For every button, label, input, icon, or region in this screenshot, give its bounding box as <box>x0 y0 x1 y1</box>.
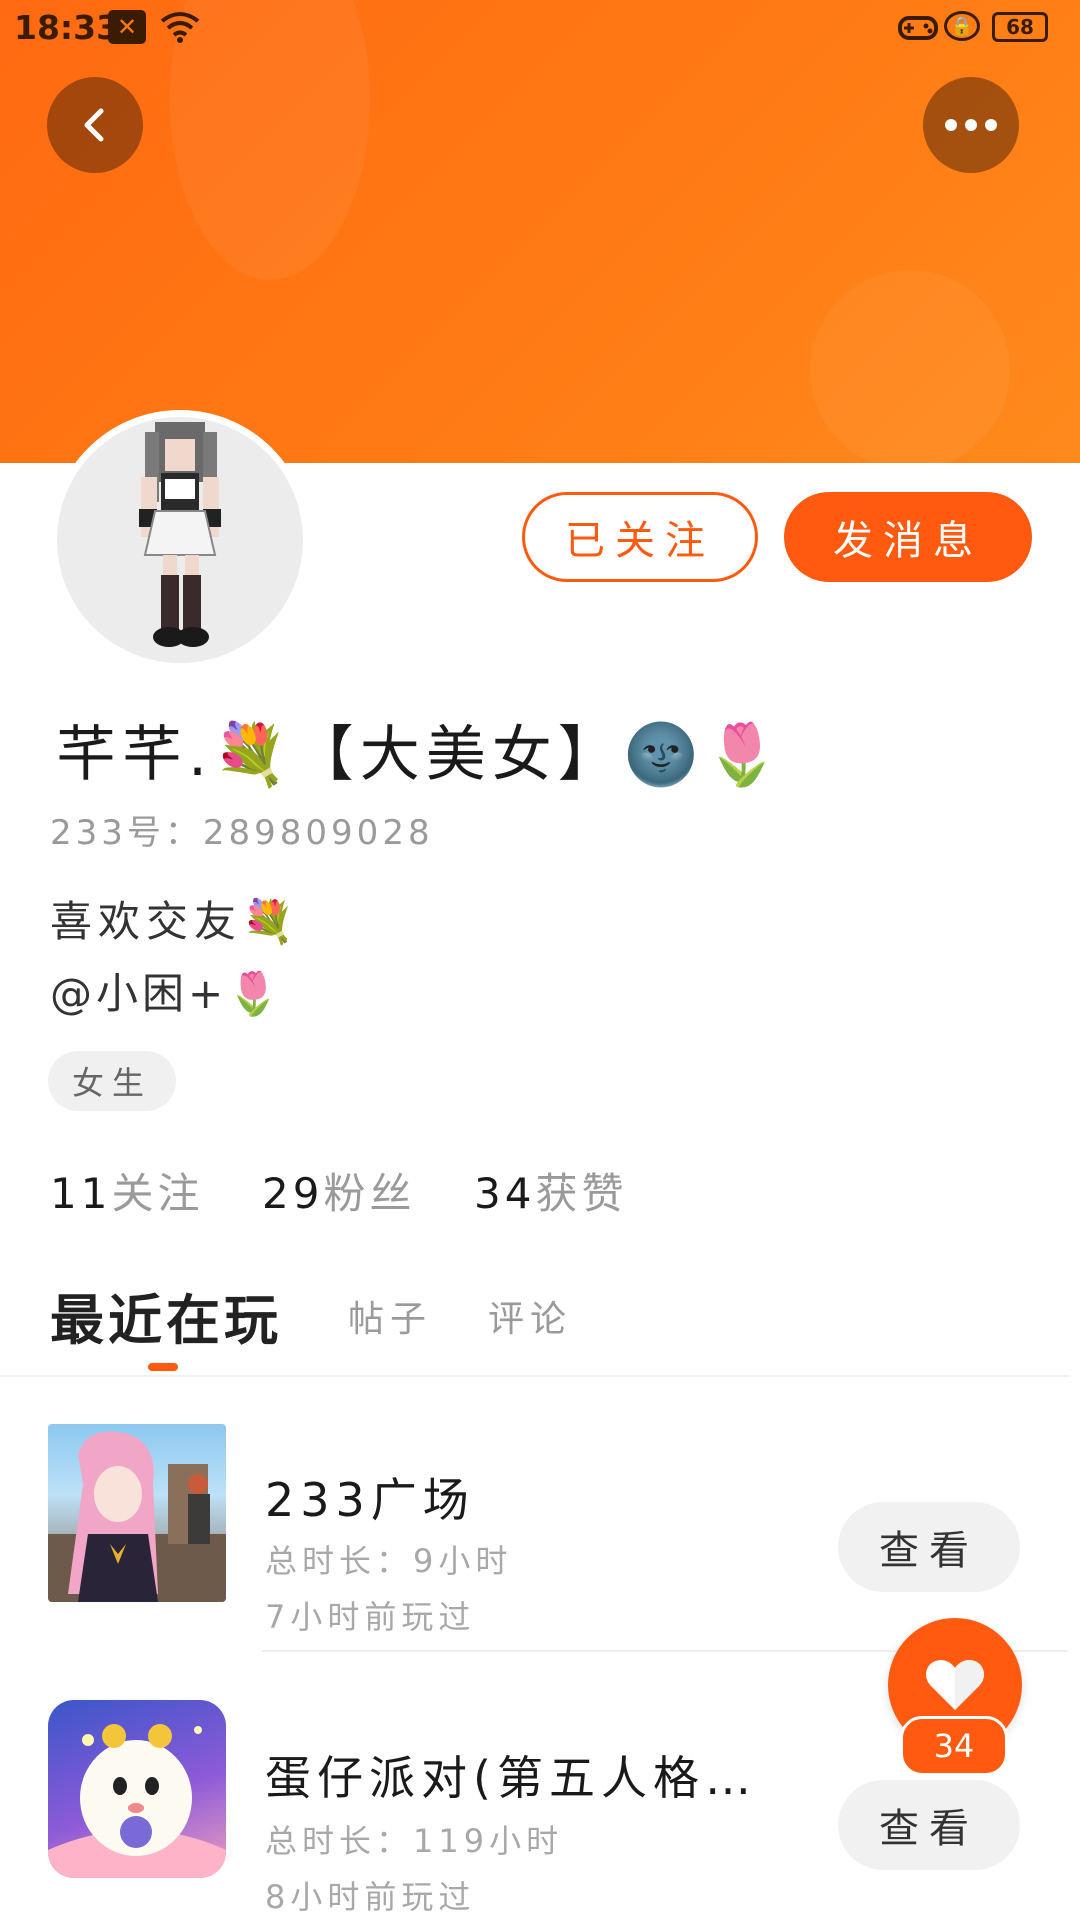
stat-fans-label: 粉丝 <box>323 1169 416 1218</box>
stat-fans[interactable]: 29粉丝 <box>262 1160 415 1221</box>
bio-line: 喜欢交友💐 <box>50 897 301 946</box>
stat-likes: 34获赞 <box>474 1160 627 1221</box>
game-artwork <box>48 1724 226 1878</box>
like-count-badge: 34 <box>900 1716 1008 1776</box>
stat-fans-count: 29 <box>262 1169 324 1218</box>
heart-icon <box>926 1660 984 1710</box>
followed-button[interactable]: 已关注 <box>522 492 758 582</box>
profile-header: 18:33 ✕ 🔒 68 <box>0 0 1080 463</box>
game-last-played: 7小时前玩过 <box>265 1598 476 1636</box>
tab-comments[interactable]: 评论 <box>488 1290 572 1342</box>
game-controller-icon <box>896 10 940 44</box>
more-button[interactable] <box>923 77 1019 173</box>
tab-recently-playing[interactable]: 最近在玩 <box>50 1276 282 1355</box>
view-button[interactable]: 查看 <box>838 1502 1020 1592</box>
profile-nickname: 芊芊.💐【大美女】🌚🌷 <box>56 720 786 790</box>
bio-line: @小困+🌷 <box>50 969 284 1018</box>
header-decoration <box>810 270 1010 463</box>
status-time: 18:33 <box>14 8 120 47</box>
back-button[interactable] <box>47 77 143 173</box>
stat-following-count: 11 <box>50 1169 112 1218</box>
divider <box>0 1375 1068 1377</box>
battery-icon: 68 <box>992 12 1048 42</box>
stat-likes-count: 34 <box>474 1169 536 1218</box>
game-artwork <box>48 1431 226 1602</box>
avatar[interactable] <box>50 410 310 670</box>
rotation-lock-icon: 🔒 <box>944 11 980 41</box>
avatar-character-image <box>139 422 221 647</box>
gender-tag: 女生 <box>48 1051 176 1111</box>
wifi-icon <box>158 10 202 44</box>
game-title[interactable]: 蛋仔派对(第五人格… <box>265 1742 757 1808</box>
send-message-button[interactable]: 发消息 <box>784 492 1032 582</box>
tab-posts[interactable]: 帖子 <box>348 1290 432 1342</box>
stat-following-label: 关注 <box>111 1169 204 1218</box>
game-icon-233-plaza[interactable] <box>48 1424 226 1602</box>
view-button[interactable]: 查看 <box>838 1780 1020 1870</box>
stat-likes-label: 获赞 <box>535 1169 628 1218</box>
active-tab-indicator <box>148 1363 178 1371</box>
game-total-duration: 总时长：9小时 <box>265 1542 513 1580</box>
notification-x-icon: ✕ <box>108 10 146 44</box>
game-title[interactable]: 233广场 <box>265 1464 475 1530</box>
game-icon-eggy-party[interactable] <box>48 1700 226 1878</box>
status-bar: 18:33 ✕ 🔒 68 <box>0 0 1080 56</box>
chevron-left-icon <box>84 108 104 142</box>
stat-following[interactable]: 11关注 <box>50 1160 203 1221</box>
more-dots-icon <box>945 119 997 131</box>
user-id[interactable]: 233号：289809028 <box>50 805 434 854</box>
game-last-played: 8小时前玩过 <box>265 1878 476 1916</box>
game-total-duration: 总时长：119小时 <box>265 1822 564 1860</box>
